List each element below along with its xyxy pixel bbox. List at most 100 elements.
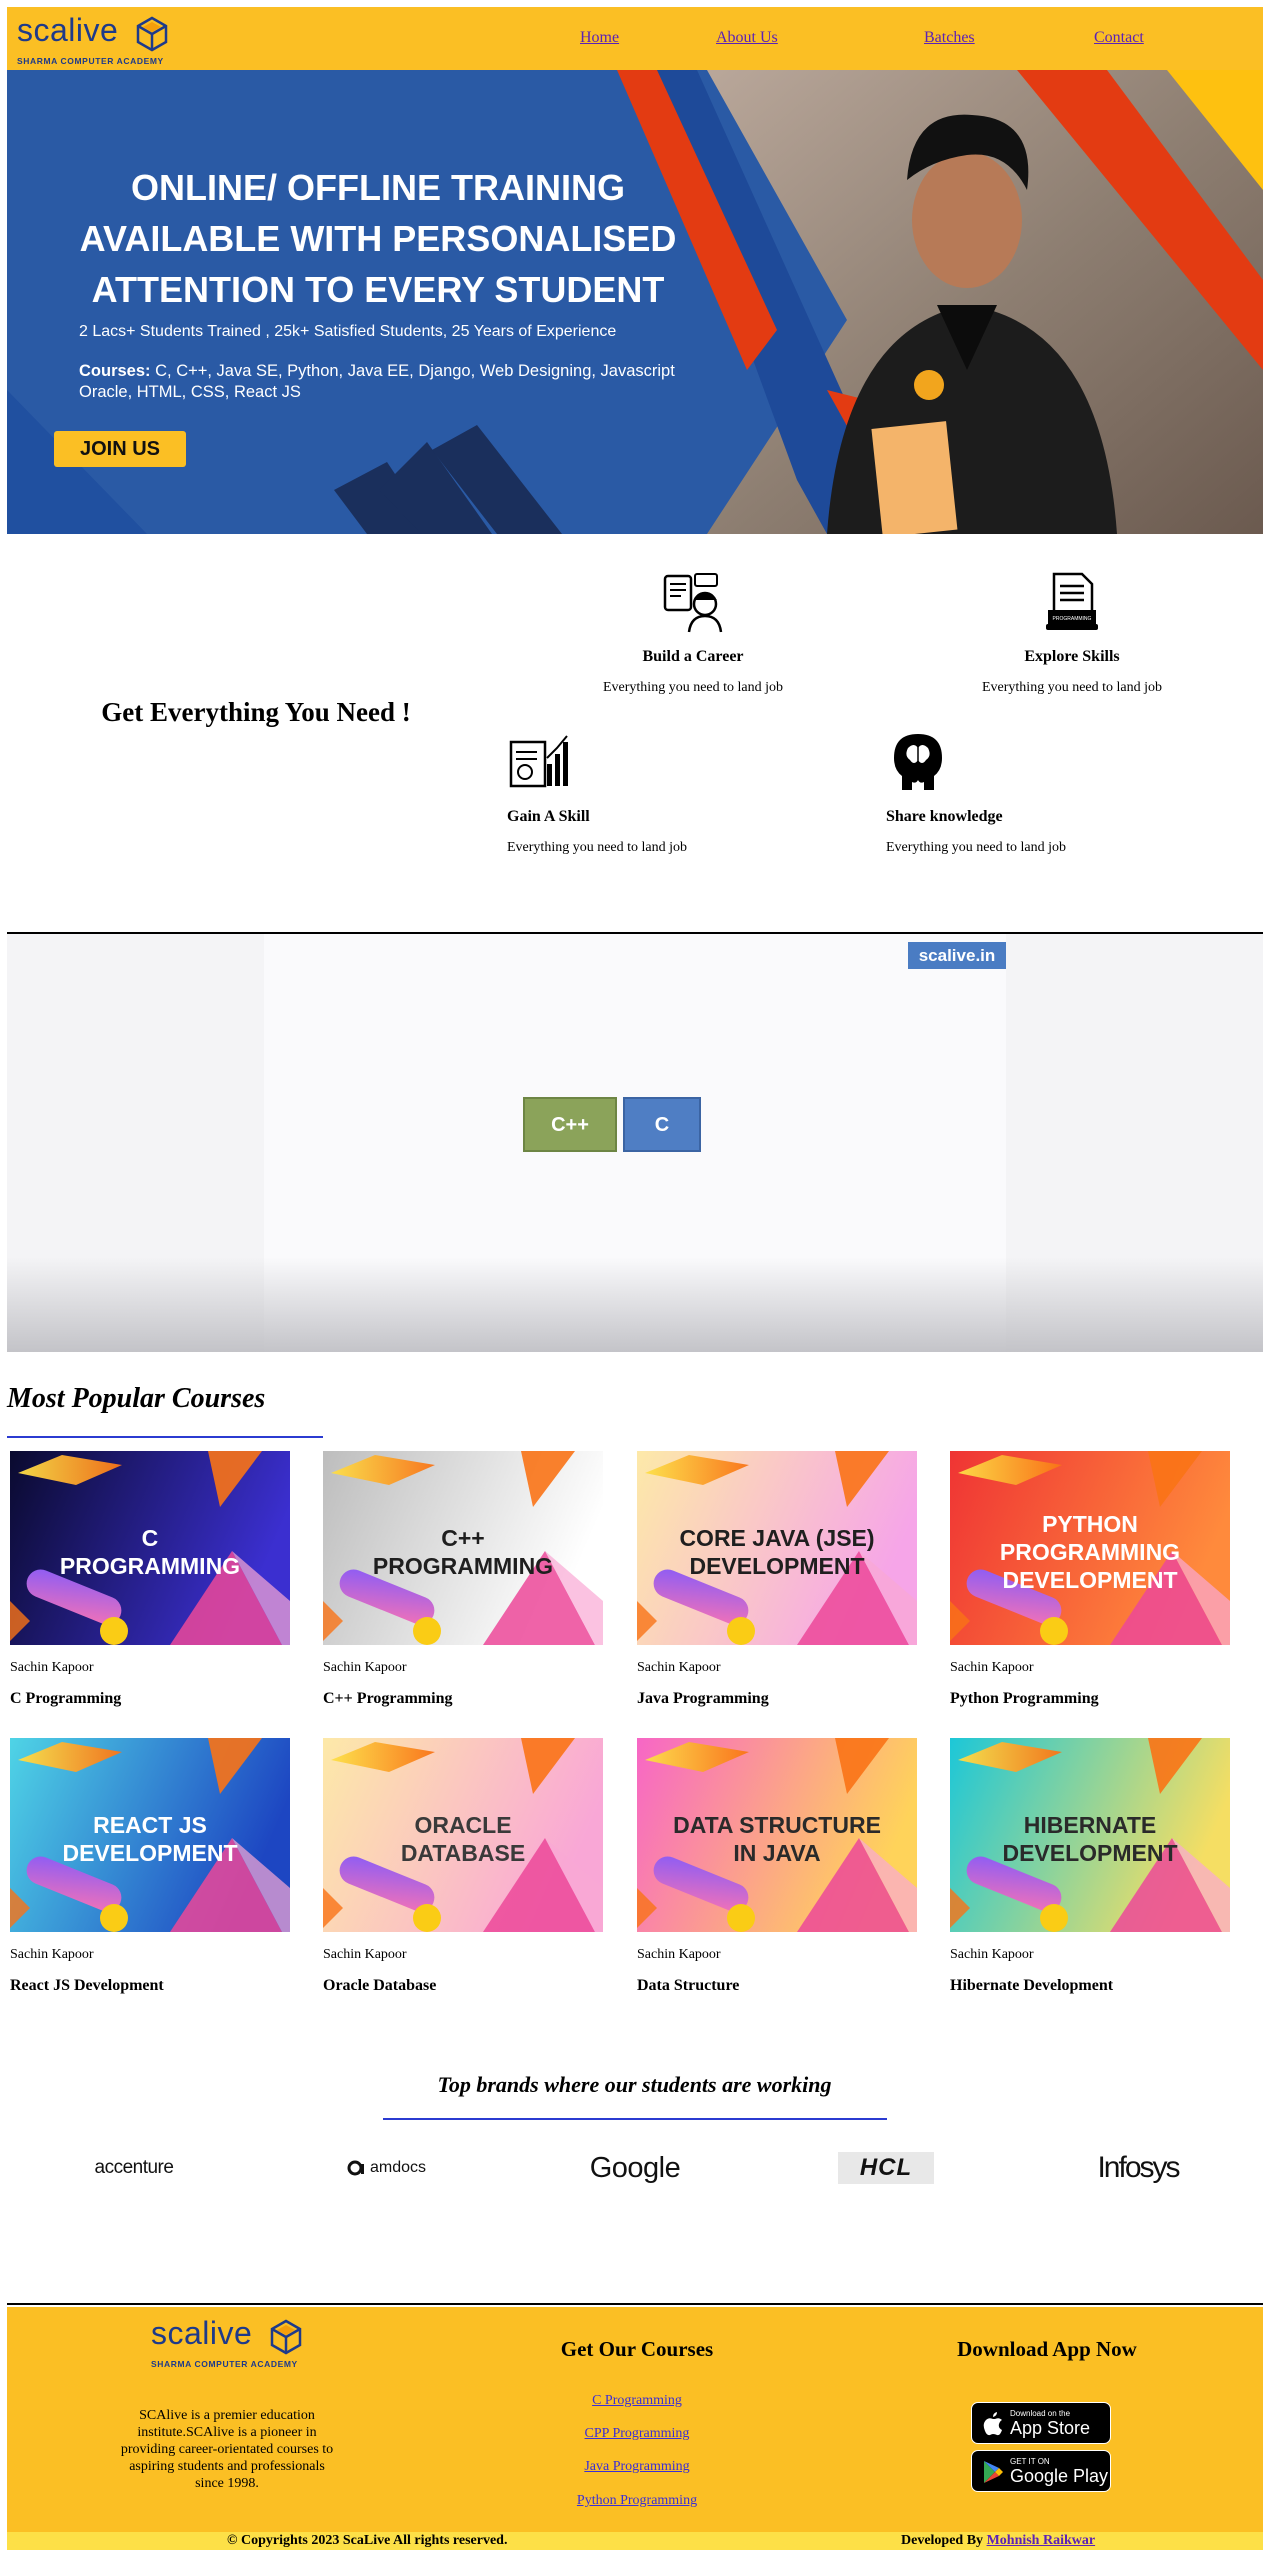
feature-explore-skills: PROGRAMMING Explore Skills Everything yo… xyxy=(922,570,1222,696)
course-card[interactable]: HIBERNATE DEVELOPMENT Sachin Kapoor Hibern… xyxy=(950,1738,1230,1995)
app-store-big-text: App Store xyxy=(1010,2418,1091,2438)
hero-stats: 2 Lacs+ Students Trained , 25k+ Satisfie… xyxy=(79,323,617,340)
head-brain-icon xyxy=(894,734,942,790)
footer-cube-icon xyxy=(270,2319,302,2355)
course-thumbnail[interactable]: CORE JAVA (JSE) DEVELOPMENT xyxy=(637,1451,917,1645)
google-play-icon xyxy=(984,2461,1003,2483)
footer-about-text: SCAlive is a premier education institute… xyxy=(120,2408,334,2491)
brand-tagline: SHARMA COMPUTER ACADEMY xyxy=(17,56,164,66)
feature-desc: Everything you need to land job xyxy=(507,840,688,855)
footer-brand-tagline: SHARMA COMPUTER ACADEMY xyxy=(151,2359,298,2369)
nav-home-link[interactable]: Home xyxy=(580,29,619,47)
course-thumbnail-title: HIBERNATE DEVELOPMENT xyxy=(1002,1812,1178,1866)
course-thumbnail-title: CORE JAVA (JSE) DEVELOPMENT xyxy=(679,1525,875,1579)
course-thumbnail[interactable]: ORACLE DATABASE xyxy=(323,1738,603,1932)
courses-heading: Most Popular Courses xyxy=(7,1383,266,1414)
footer-link-c[interactable]: C Programming xyxy=(537,2393,737,2409)
courses-heading-underline xyxy=(7,1436,323,1438)
course-name[interactable]: React JS Development xyxy=(10,1977,290,1995)
course-thumbnail-title: C PROGRAMMING xyxy=(59,1525,241,1579)
hero-courses-line-2: Oracle, HTML, CSS, React JS xyxy=(79,383,301,401)
feature-share-knowledge: Share knowledge Everything you need to l… xyxy=(886,730,1186,856)
course-author: Sachin Kapoor xyxy=(637,1947,721,1962)
feature-build-career: Build a Career Everything you need to la… xyxy=(543,570,843,696)
video-controls-overlay[interactable] xyxy=(7,1257,1263,1352)
google-play-small-text: GET IT ON xyxy=(1010,2457,1050,2466)
course-thumbnail[interactable]: PYTHON PROGRAMMING DEVELOPMENT xyxy=(950,1451,1230,1645)
join-us-button[interactable]: JOIN US xyxy=(54,431,186,467)
brands-heading-underline xyxy=(383,2118,887,2120)
footer-courses-heading: Get Our Courses xyxy=(560,2337,714,2361)
google-play-big-text: Google Play xyxy=(1010,2466,1109,2486)
developer-credit: Developed By Mohnish Raikwar xyxy=(901,2533,1095,2549)
course-card[interactable]: DATA STRUCTURE IN JAVA Sachin Kapoor Data … xyxy=(637,1738,917,1995)
hero-courses-line: Courses: C, C++, Java SE, Python, Java E… xyxy=(79,362,675,381)
amdocs-mark-icon xyxy=(347,2160,364,2176)
course-thumbnail[interactable]: C PROGRAMMING xyxy=(10,1451,290,1645)
video-brand-badge: scalive.in xyxy=(908,942,1006,969)
course-card[interactable]: PYTHON PROGRAMMING DEVELOPMENT Sachin Kap… xyxy=(950,1451,1230,1708)
course-name[interactable]: Hibernate Development xyxy=(950,1977,1230,1995)
copyright-text: © Copyrights 2023 ScaLive All rights res… xyxy=(227,2533,508,2548)
footer-link-cpp[interactable]: CPP Programming xyxy=(537,2426,737,2442)
course-card[interactable]: CORE JAVA (JSE) DEVELOPMENT Sachin Kapoor… xyxy=(637,1451,917,1708)
course-thumbnail[interactable]: HIBERNATE DEVELOPMENT xyxy=(950,1738,1230,1932)
feature-title: Gain A Skill xyxy=(507,808,590,825)
course-author: Sachin Kapoor xyxy=(637,1660,721,1675)
developed-by-label: Developed By xyxy=(901,2533,984,2548)
nav-about-link[interactable]: About Us xyxy=(716,29,778,47)
hero-title-line-1: ONLINE/ OFFLINE TRAINING xyxy=(131,167,625,208)
footer-link-java[interactable]: Java Programming xyxy=(537,2459,737,2475)
footer-brand-wordmark: scalive xyxy=(151,2315,253,2351)
video-player[interactable]: scalive.in C++ C xyxy=(7,934,1263,1352)
course-thumbnail-title: PYTHON PROGRAMMING DEVELOPMENT xyxy=(999,1511,1181,1593)
course-name[interactable]: C++ Programming xyxy=(323,1690,603,1708)
course-card[interactable]: C PROGRAMMING Sachin Kapoor C Programming xyxy=(10,1451,290,1708)
footer-divider xyxy=(7,2303,1263,2305)
programming-book-icon: PROGRAMMING xyxy=(1046,572,1098,630)
developer-link[interactable]: Mohnish Raikwar xyxy=(987,2533,1096,2548)
course-thumbnail[interactable]: DATA STRUCTURE IN JAVA xyxy=(637,1738,917,1932)
course-author: Sachin Kapoor xyxy=(323,1660,407,1675)
brand-infosys-logo: Infosys xyxy=(1097,2151,1180,2184)
hero-courses-list: C, C++, Java SE, Python, Java EE, Django… xyxy=(150,362,675,380)
course-card[interactable]: ORACLE DATABASE Sachin Kapoor Oracle Datab… xyxy=(323,1738,603,1995)
hero-title: ONLINE/ OFFLINE TRAINING AVAILABLE WITH … xyxy=(53,162,703,315)
brand-logo[interactable]: scalive SHARMA COMPUTER ACADEMY xyxy=(13,12,173,68)
course-name[interactable]: Python Programming xyxy=(950,1690,1230,1708)
course-author: Sachin Kapoor xyxy=(10,1660,94,1675)
feature-gain-skill: Gain A Skill Everything you need to land… xyxy=(507,730,807,856)
feature-title: Explore Skills xyxy=(1024,648,1120,665)
course-name[interactable]: C Programming xyxy=(10,1690,290,1708)
footer-link-python[interactable]: Python Programming xyxy=(537,2493,737,2509)
course-name[interactable]: Data Structure xyxy=(637,1977,917,1995)
feature-title: Build a Career xyxy=(642,648,744,665)
course-name[interactable]: Java Programming xyxy=(637,1690,917,1708)
brand-hcl-logo: HCL xyxy=(838,2152,934,2184)
brand-amdocs-text: amdocs xyxy=(369,2159,427,2176)
features-heading: Get Everything You Need ! xyxy=(101,697,411,727)
google-play-badge[interactable]: GET IT ON Google Play xyxy=(971,2450,1111,2492)
course-thumbnail[interactable]: C++ PROGRAMMING xyxy=(323,1451,603,1645)
app-store-badge[interactable]: Download on the App Store xyxy=(971,2402,1111,2444)
report-chart-icon xyxy=(509,735,568,788)
course-card[interactable]: REACT JS DEVELOPMENT Sachin Kapoor React J… xyxy=(10,1738,290,1995)
brand-accenture-logo: accenture xyxy=(94,2157,174,2178)
svg-text:PROGRAMMING: PROGRAMMING xyxy=(1053,616,1092,622)
career-icon xyxy=(663,573,723,633)
brand-google-logo: Google xyxy=(589,2151,681,2184)
nav-contact-link[interactable]: Contact xyxy=(1094,29,1144,47)
course-card[interactable]: C++ PROGRAMMING Sachin Kapoor C++ Programm… xyxy=(323,1451,603,1708)
nav-batches-link[interactable]: Batches xyxy=(924,29,975,47)
course-thumbnail-title: C++ PROGRAMMING xyxy=(372,1525,554,1579)
course-name[interactable]: Oracle Database xyxy=(323,1977,603,1995)
brands-heading: Top brands where our students are workin… xyxy=(437,2072,832,2097)
course-thumbnail-title: REACT JS DEVELOPMENT xyxy=(62,1812,238,1866)
brand-wordmark: scalive xyxy=(17,12,119,48)
course-thumbnail[interactable]: REACT JS DEVELOPMENT xyxy=(10,1738,290,1932)
brand-amdocs-logo: amdocs xyxy=(336,2150,436,2186)
video-box-cpp: C++ xyxy=(523,1097,617,1152)
video-box-c: C xyxy=(623,1097,701,1152)
hero-courses-label: Courses: xyxy=(79,362,151,380)
footer-brand-logo[interactable]: scalive SHARMA COMPUTER ACADEMY xyxy=(147,2315,307,2371)
